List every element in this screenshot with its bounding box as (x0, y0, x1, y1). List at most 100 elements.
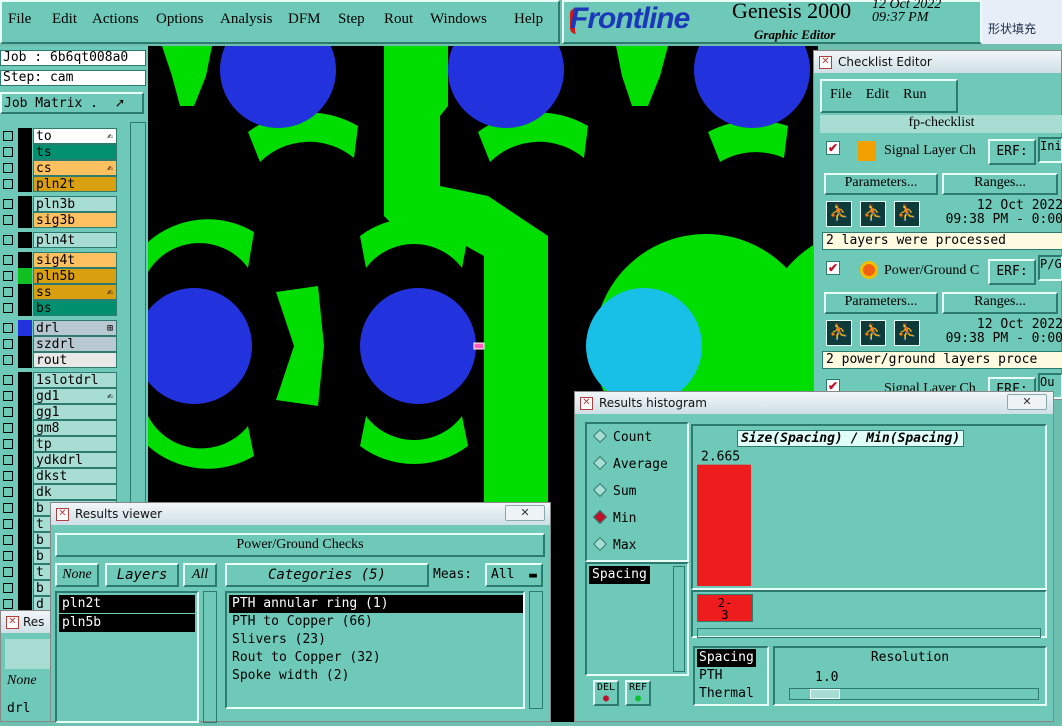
layer-display-swatch[interactable] (18, 468, 32, 484)
layer-row[interactable]: gm8 (0, 420, 118, 436)
peek-none-button[interactable]: None (7, 673, 37, 689)
layer-row[interactable]: pln3b (0, 196, 118, 212)
layer-checkbox[interactable] (3, 163, 13, 173)
type-list[interactable]: Spacing PTH Thermal (693, 646, 769, 706)
layer-display-swatch[interactable] (18, 232, 32, 248)
layer-row[interactable]: drl ⊞ (0, 320, 118, 336)
results-viewer-close-button[interactable]: ✕ (505, 505, 545, 521)
layer-checkbox[interactable] (3, 255, 13, 265)
layer-checkbox[interactable] (3, 407, 13, 417)
layers-scrollbar[interactable] (203, 591, 217, 723)
measure-list-item-selected[interactable]: Spacing (589, 566, 650, 584)
radio-count[interactable]: Count (592, 428, 652, 445)
measure-list[interactable]: Spacing (585, 562, 689, 676)
layer-row[interactable]: gg1 (0, 404, 118, 420)
layer-row[interactable]: dk (0, 484, 118, 500)
categories-list[interactable]: PTH annular ring (1) PTH to Copper (66) Sl… (225, 591, 525, 709)
window-close-icon[interactable]: ✕ (56, 508, 69, 521)
layer-display-swatch[interactable] (18, 580, 32, 596)
menu-dfm[interactable]: DFM (288, 11, 321, 28)
result-layer-item[interactable]: pln2t (59, 595, 195, 613)
menu-step[interactable]: Step (338, 11, 365, 28)
window-close-icon[interactable]: ✕ (819, 56, 832, 69)
checklist-menu-run[interactable]: Run (903, 87, 926, 102)
stop-icon-2[interactable]: ⛹ (894, 320, 920, 346)
selected-pad[interactable] (586, 288, 702, 404)
checklist-menu-edit[interactable]: Edit (866, 87, 889, 102)
job-matrix-button[interactable]: Job Matrix . ➚ (0, 92, 144, 114)
layer-checkbox[interactable] (3, 551, 13, 561)
layer-checkbox[interactable] (3, 567, 13, 577)
stop-icon[interactable]: ⛹ (894, 201, 920, 227)
reference-button[interactable]: REF ● (625, 680, 651, 706)
checklist-item-2-checkbox[interactable]: ✔ (826, 261, 840, 275)
window-close-icon[interactable]: ✕ (580, 397, 593, 410)
layer-display-swatch[interactable] (18, 196, 32, 212)
layer-display-swatch[interactable] (18, 532, 32, 548)
layer-checkbox[interactable] (3, 287, 13, 297)
layer-checkbox[interactable] (3, 179, 13, 189)
layer-row[interactable]: 1slotdrl (0, 372, 118, 388)
layer-display-swatch[interactable] (18, 128, 32, 144)
layer-display-swatch[interactable] (18, 420, 32, 436)
delete-button[interactable]: DEL ● (593, 680, 619, 706)
layer-row[interactable]: rout (0, 352, 118, 368)
layer-display-swatch[interactable] (18, 212, 32, 228)
layer-checkbox[interactable] (3, 599, 13, 609)
layer-row[interactable]: pln5b (0, 268, 118, 284)
layer-row[interactable]: sig4t (0, 252, 118, 268)
layer-checkbox[interactable] (3, 471, 13, 481)
type-item[interactable]: Thermal (697, 685, 756, 703)
layer-display-swatch[interactable] (18, 452, 32, 468)
category-item[interactable]: PTH to Copper (66) (229, 613, 523, 631)
layers-all-button[interactable]: All (183, 563, 217, 587)
ranges-button-1[interactable]: Ranges... (942, 173, 1058, 195)
layer-display-swatch[interactable] (18, 404, 32, 420)
resolution-slider[interactable] (789, 688, 1039, 700)
run-step-icon-2[interactable]: ⛹ (860, 320, 886, 346)
taskbar-snippet[interactable]: 形状填充 (982, 0, 1062, 44)
category-item[interactable]: Rout to Copper (32) (229, 649, 523, 667)
layer-checkbox[interactable] (3, 535, 13, 545)
layer-display-swatch[interactable] (18, 516, 32, 532)
layer-checkbox[interactable] (3, 503, 13, 513)
result-layer-item[interactable]: pln5b (59, 614, 195, 632)
layer-checkbox[interactable] (3, 215, 13, 225)
layer-display-swatch[interactable] (18, 372, 32, 388)
layer-row[interactable]: gd1 ✍ (0, 388, 118, 404)
layers-none-button[interactable]: None (55, 563, 99, 587)
layer-checkbox[interactable] (3, 235, 13, 245)
layer-display-swatch[interactable] (18, 336, 32, 352)
menu-windows[interactable]: Windows (430, 11, 487, 28)
layer-checkbox[interactable] (3, 147, 13, 157)
layer-display-swatch[interactable] (18, 564, 32, 580)
run-step-icon[interactable]: ⛹ (860, 201, 886, 227)
run-icon[interactable]: ⛹ (826, 201, 852, 227)
layer-row[interactable]: bs (0, 300, 118, 316)
layer-display-swatch[interactable] (18, 252, 32, 268)
layer-row[interactable]: ts (0, 144, 118, 160)
category-item[interactable]: Spoke width (2) (229, 667, 523, 685)
layer-checkbox[interactable] (3, 303, 13, 313)
type-item[interactable]: PTH (697, 667, 724, 685)
radio-sum[interactable]: Sum (592, 482, 636, 499)
layer-display-swatch[interactable] (18, 144, 32, 160)
histogram-close-button[interactable]: ✕ (1007, 394, 1047, 410)
layer-checkbox[interactable] (3, 487, 13, 497)
layer-display-swatch[interactable] (18, 484, 32, 500)
layer-row[interactable]: dkst (0, 468, 118, 484)
category-item[interactable]: Slivers (23) (229, 631, 523, 649)
histogram-bin-label[interactable]: 2- 3 (697, 594, 753, 622)
radio-min[interactable]: Min (592, 509, 636, 526)
meas-select[interactable]: All ▬ (485, 563, 543, 587)
measure-list-scrollbar[interactable] (673, 566, 685, 672)
erf-value-2[interactable]: P/G (1038, 255, 1062, 281)
layer-row[interactable]: sig3b (0, 212, 118, 228)
menu-analysis[interactable]: Analysis (220, 11, 273, 28)
result-layers-list[interactable]: pln2t pln5b (55, 591, 199, 723)
histogram-horizontal-scrollbar[interactable] (697, 628, 1041, 638)
layer-checkbox[interactable] (3, 391, 13, 401)
menu-actions[interactable]: Actions (92, 11, 139, 28)
window-close-icon[interactable]: ✕ (6, 616, 19, 629)
layer-row[interactable]: pln4t (0, 232, 118, 248)
